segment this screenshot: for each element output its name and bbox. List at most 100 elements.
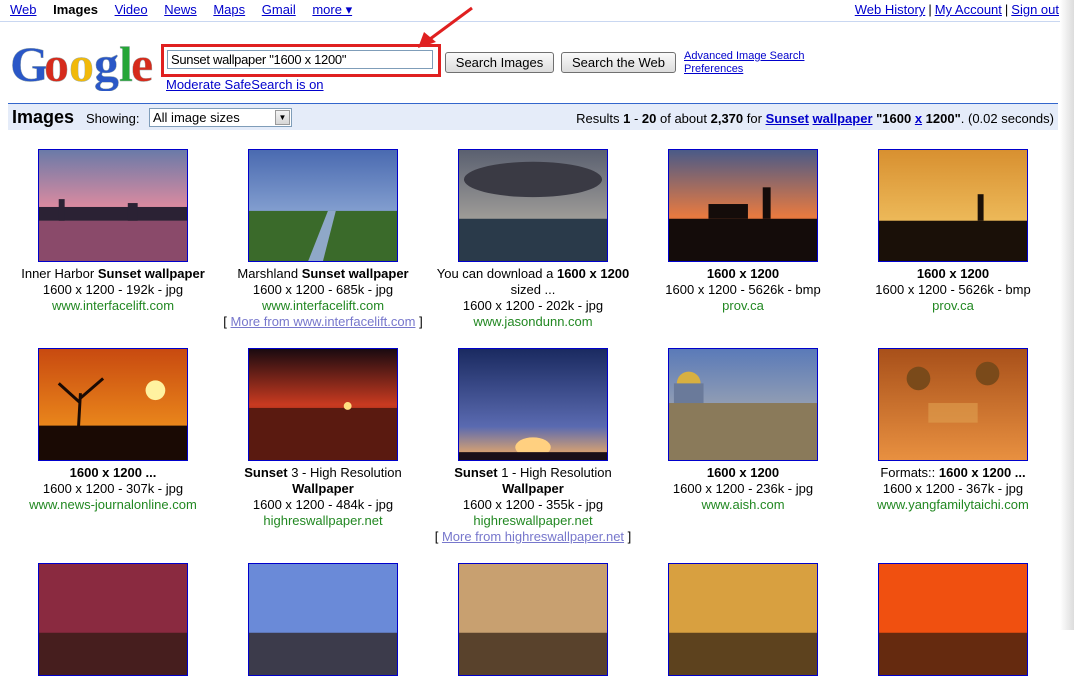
- image-caption: Inner Harbor Sunset wallpaper: [21, 266, 205, 281]
- nav-video[interactable]: Video: [115, 2, 148, 17]
- separator: |: [928, 2, 932, 17]
- more-from-link[interactable]: More from www.interfacelift.com: [231, 314, 416, 329]
- top-divider: [0, 21, 1074, 22]
- safesearch-link[interactable]: Moderate SafeSearch is on: [166, 77, 324, 92]
- image-thumbnail[interactable]: [668, 563, 818, 676]
- results-total: 2,370: [710, 111, 744, 126]
- thumbnail-image: [39, 150, 187, 261]
- image-meta: 1600 x 1200 - 236k - jpg: [672, 481, 814, 496]
- nav-images-current: Images: [53, 2, 98, 17]
- image-meta: 1600 x 1200 - 192k - jpg: [42, 282, 184, 297]
- image-thumbnail[interactable]: [458, 149, 608, 262]
- search-time: (0.02 seconds): [968, 111, 1054, 126]
- thumbnail-image: [249, 150, 397, 261]
- preferences-link[interactable]: Preferences: [684, 63, 804, 76]
- image-source: www.aish.com: [701, 497, 785, 512]
- image-thumbnail[interactable]: [458, 348, 608, 461]
- query-word-link[interactable]: Sunset: [766, 111, 809, 126]
- nav-maps[interactable]: Maps: [213, 2, 245, 17]
- image-caption: You can download a 1600 x 1200 sized ...: [436, 266, 630, 297]
- image-caption: Sunset 1 - High Resolution Wallpaper: [454, 465, 612, 496]
- thumbnail-image: [669, 564, 817, 675]
- image-caption: 1600 x 1200: [916, 266, 990, 281]
- search-images-button[interactable]: Search Images: [445, 52, 554, 73]
- thumbnail-image: [249, 349, 397, 460]
- image-thumbnail[interactable]: [458, 563, 608, 676]
- image-result: 1600 x 1200 1600 x 1200 - 236k - jpg www.a…: [638, 348, 848, 513]
- image-thumbnail[interactable]: [878, 149, 1028, 262]
- image-meta: 1600 x 1200 - 202k - jpg: [462, 298, 604, 313]
- more-from-link-wrap: [ More from www.interfacelift.com ]: [223, 314, 423, 329]
- web-history-link[interactable]: Web History: [855, 2, 926, 17]
- image-caption: Marshland Sunset wallpaper: [237, 266, 409, 281]
- image-caption: Sunset 3 - High Resolution Wallpaper: [244, 465, 402, 496]
- image-size-select[interactable]: All image sizes ▼: [149, 108, 292, 127]
- image-thumbnail[interactable]: [248, 149, 398, 262]
- image-thumbnail[interactable]: [38, 149, 188, 262]
- nav-gmail[interactable]: Gmail: [262, 2, 296, 17]
- image-source: www.jasondunn.com: [473, 314, 593, 329]
- image-thumbnail[interactable]: [668, 149, 818, 262]
- image-result: Sunset 1 - High Resolution Wallpaper 1600…: [428, 348, 638, 545]
- search-web-button[interactable]: Search the Web: [561, 52, 676, 73]
- range-start: 1: [623, 111, 631, 126]
- thumbnail-image: [459, 349, 607, 460]
- sign-out-link[interactable]: Sign out: [1011, 2, 1059, 17]
- range-end: 20: [641, 111, 657, 126]
- image-caption: 1600 x 1200: [706, 465, 780, 480]
- dropdown-arrow-icon: ▼: [275, 110, 290, 125]
- results-header-band: Images Showing: All image sizes ▼ Result…: [8, 103, 1058, 130]
- image-source: www.yangfamilytaichi.com: [877, 497, 1029, 512]
- image-meta: 1600 x 1200 - 307k - jpg: [42, 481, 184, 496]
- results-count: Results 1 - 20 of about 2,370 for Sunset…: [576, 111, 1054, 126]
- advanced-links: Advanced Image Search Preferences: [684, 50, 804, 76]
- more-from-link-wrap: [ More from highreswallpaper.net ]: [434, 529, 632, 544]
- image-thumbnail[interactable]: [878, 563, 1028, 676]
- query-quoted: 1200": [922, 111, 961, 126]
- image-source: www.interfacelift.com: [51, 298, 175, 313]
- image-size-value: All image sizes: [153, 110, 240, 125]
- showing-label: Showing:: [86, 111, 140, 126]
- query-word-link[interactable]: x: [915, 111, 922, 126]
- image-caption: 1600 x 1200: [706, 266, 780, 281]
- image-thumbnail[interactable]: [878, 348, 1028, 461]
- image-thumbnail[interactable]: [248, 348, 398, 461]
- image-thumbnail[interactable]: [38, 348, 188, 461]
- image-meta: 1600 x 1200 - 484k - jpg: [252, 497, 394, 512]
- image-thumbnail[interactable]: [248, 563, 398, 676]
- image-thumbnail[interactable]: [38, 563, 188, 676]
- thumbnail-image: [879, 349, 1027, 460]
- thumbnail-image: [459, 564, 607, 675]
- query-word-link[interactable]: wallpaper: [813, 111, 873, 126]
- image-caption: 1600 x 1200 ...: [69, 465, 157, 480]
- image-result: 1600 x 1200 1600 x 1200 - 5626k - bmp prov…: [848, 149, 1058, 314]
- image-source: highreswallpaper.net: [473, 513, 593, 528]
- svg-text:o: o: [69, 36, 94, 91]
- nav-news[interactable]: News: [164, 2, 197, 17]
- advanced-image-search-link[interactable]: Advanced Image Search: [684, 50, 804, 63]
- svg-text:g: g: [94, 36, 119, 91]
- thumbnail-image: [249, 564, 397, 675]
- image-meta: 1600 x 1200 - 685k - jpg: [252, 282, 394, 297]
- thumbnail-image: [879, 564, 1027, 675]
- more-from-link[interactable]: More from highreswallpaper.net: [442, 529, 624, 544]
- image-result: 1600 x 1200 ... 1600 x 1200 - 307k - jpg w…: [8, 348, 218, 513]
- image-result: 1600 x 1200 1600 x 1200 - 5626k - bmp prov…: [638, 149, 848, 314]
- nav-more[interactable]: more ▾: [312, 2, 352, 17]
- thumbnail-image: [879, 150, 1027, 261]
- google-logo[interactable]: G o o g l e: [10, 33, 155, 92]
- image-source: www.interfacelift.com: [261, 298, 385, 313]
- image-result: Inner Harbor Sunset wallpaper 1600 x 1200…: [8, 149, 218, 314]
- my-account-link[interactable]: My Account: [935, 2, 1002, 17]
- separator: |: [1004, 2, 1009, 17]
- google-logo-icon: G o o g l e: [10, 36, 154, 92]
- image-meta: 1600 x 1200 - 5626k - bmp: [665, 282, 821, 297]
- image-meta: 1600 x 1200 - 355k - jpg: [462, 497, 604, 512]
- image-result: Formats:: 1600 x 1200 ... 1600 x 1200 - 3…: [848, 348, 1058, 513]
- search-input[interactable]: [167, 50, 433, 69]
- image-source: prov.ca: [722, 298, 764, 313]
- image-result: You can download a 1600 x 1200 sized ...…: [428, 149, 638, 330]
- thumbnail-image: [39, 564, 187, 675]
- nav-web[interactable]: Web: [10, 2, 37, 17]
- image-thumbnail[interactable]: [668, 348, 818, 461]
